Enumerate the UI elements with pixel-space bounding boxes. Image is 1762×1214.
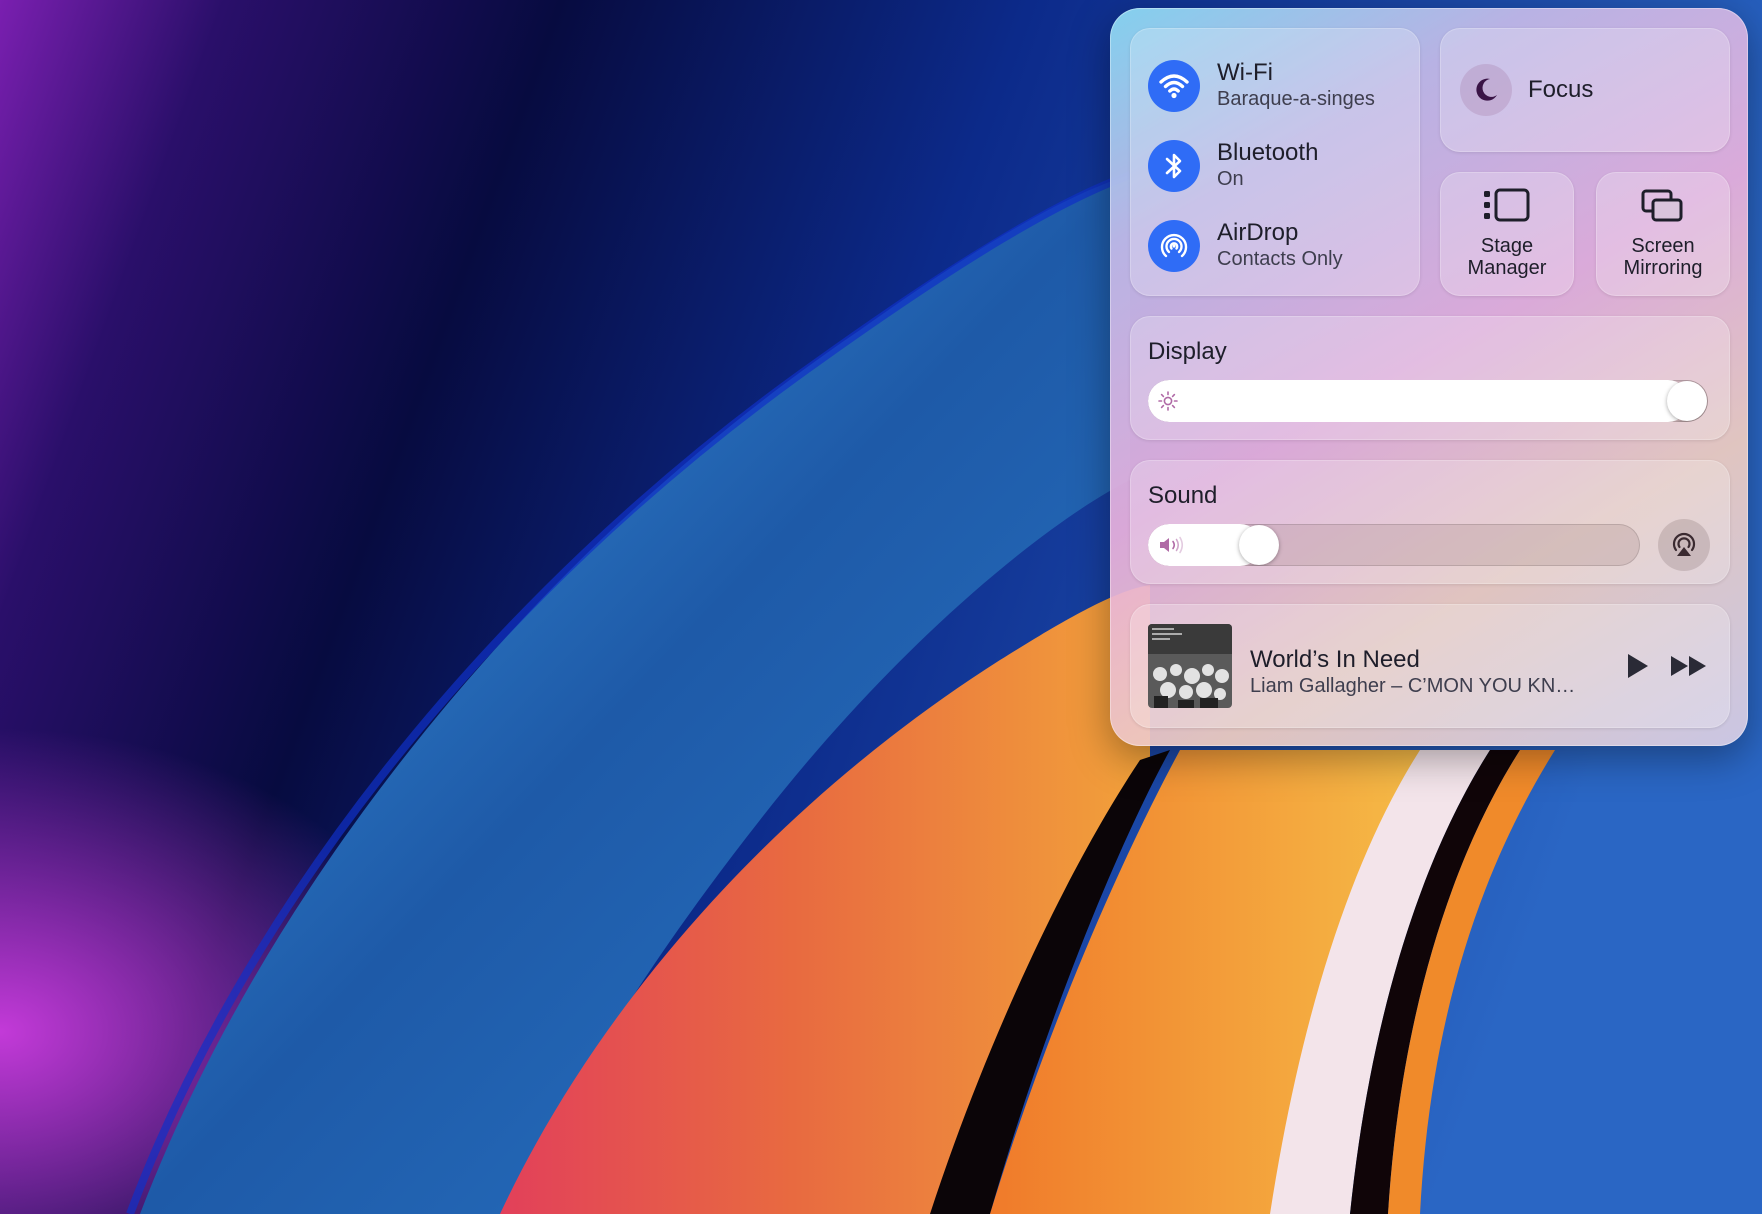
wifi-toggle[interactable]: Wi-Fi Baraque-a-singes — [1148, 56, 1410, 116]
screen-mirroring-icon — [1596, 188, 1730, 224]
airdrop-title: AirDrop — [1217, 219, 1299, 246]
focus-button[interactable]: Focus — [1440, 28, 1730, 152]
sound-label: Sound — [1148, 482, 1218, 509]
track-artist-album: Liam Gallagher – C’MON YOU KN… — [1250, 675, 1576, 697]
connectivity-module: Wi-Fi Baraque-a-singes Bluetooth On AirD… — [1130, 28, 1420, 296]
stage-manager-icon — [1440, 188, 1574, 224]
track-title: World’s In Need — [1250, 646, 1420, 673]
now-playing-module: World’s In Need Liam Gallagher – C’MON Y… — [1130, 604, 1730, 728]
airplay-audio-icon — [1672, 532, 1696, 556]
focus-label: Focus — [1528, 76, 1594, 103]
play-button[interactable] — [1620, 648, 1656, 684]
bluetooth-status: On — [1217, 168, 1244, 190]
bluetooth-toggle[interactable]: Bluetooth On — [1148, 136, 1410, 196]
sound-module: Sound — [1130, 460, 1730, 584]
display-label: Display — [1148, 338, 1227, 365]
volume-slider[interactable] — [1148, 524, 1640, 566]
moon-icon — [1460, 64, 1512, 116]
brightness-slider-knob[interactable] — [1667, 381, 1707, 421]
speaker-icon — [1158, 535, 1188, 560]
airdrop-toggle[interactable]: AirDrop Contacts Only — [1148, 216, 1410, 276]
play-icon — [1628, 654, 1648, 678]
volume-slider-knob[interactable] — [1239, 525, 1279, 565]
airdrop-status: Contacts Only — [1217, 248, 1343, 270]
wifi-title: Wi-Fi — [1217, 59, 1273, 86]
next-track-button[interactable] — [1666, 648, 1712, 684]
brightness-slider[interactable] — [1148, 380, 1708, 422]
wifi-network-name: Baraque-a-singes — [1217, 88, 1375, 110]
display-module: Display — [1130, 316, 1730, 440]
wifi-icon — [1148, 60, 1200, 112]
airplay-audio-button[interactable] — [1658, 519, 1710, 571]
stage-manager-button[interactable]: Stage Manager — [1440, 172, 1574, 296]
album-art[interactable] — [1148, 624, 1232, 708]
fast-forward-icon — [1671, 656, 1706, 676]
screen-mirroring-label: Screen Mirroring — [1623, 235, 1703, 279]
control-center-panel: Wi-Fi Baraque-a-singes Bluetooth On AirD… — [1110, 8, 1748, 746]
sun-icon — [1158, 391, 1178, 416]
screen-mirroring-button[interactable]: Screen Mirroring — [1596, 172, 1730, 296]
airdrop-icon — [1148, 220, 1200, 272]
brightness-slider-fill — [1148, 380, 1689, 422]
stage-manager-label: Stage Manager — [1467, 235, 1547, 279]
bluetooth-title: Bluetooth — [1217, 139, 1319, 166]
bluetooth-icon — [1148, 140, 1200, 192]
